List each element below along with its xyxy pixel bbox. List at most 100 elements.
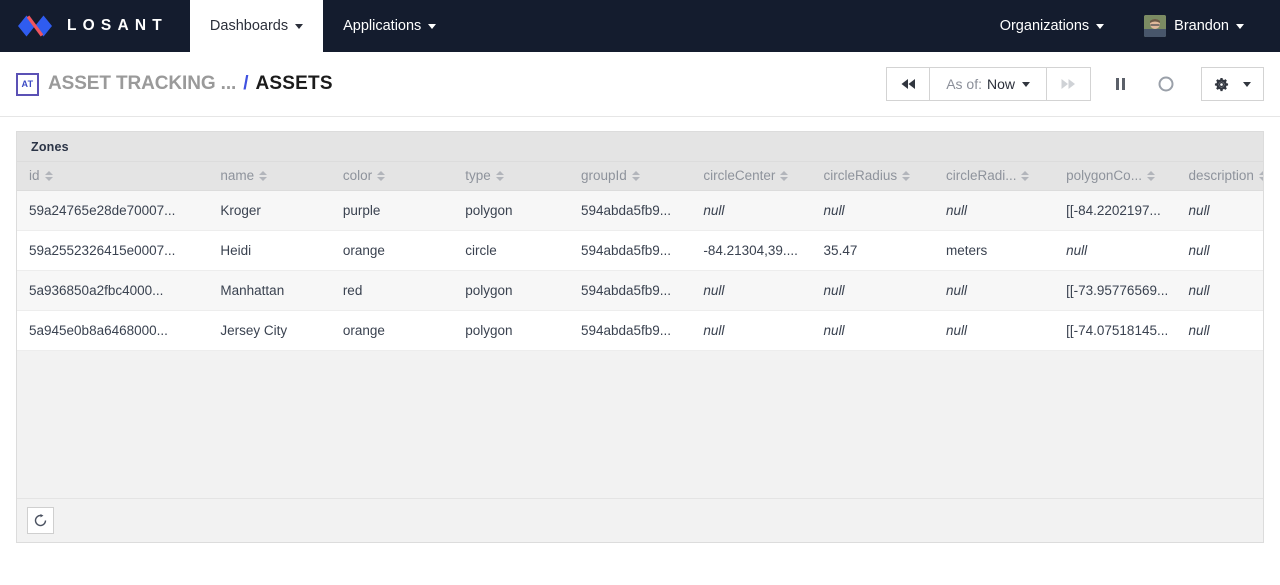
cell-groupId: 594abda5fb9... (568, 190, 692, 231)
column-header-label: groupId (580, 168, 627, 184)
table-row[interactable]: 59a2552326415e0007... Heidi orange circle 59… (17, 230, 1263, 271)
cell-circleRadiusUnits: null (933, 190, 1055, 231)
panel-footer (17, 498, 1263, 542)
column-header-circleRadiusUnits[interactable]: circleRadi... (933, 162, 1055, 191)
chevron-down-icon (1236, 23, 1244, 29)
cell-circleCenter: null (691, 270, 812, 311)
cell-type: polygon (453, 310, 569, 351)
cell-type: circle (453, 230, 569, 271)
breadcrumb-application[interactable]: ASSET TRACKING ... (48, 73, 236, 95)
cell-name: Manhattan (208, 270, 331, 311)
table-row[interactable]: 59a24765e28de70007... Kroger purple polygon… (17, 190, 1263, 231)
gear-icon (1214, 77, 1229, 91)
header-toolbar: As of: Now (886, 67, 1264, 101)
chevron-down-icon (295, 23, 304, 29)
nav-item-applications[interactable]: Applications (323, 0, 456, 52)
losant-diamond-logo-icon (18, 15, 52, 37)
cell-circleRadius: null (811, 270, 934, 311)
cell-color: red (330, 270, 454, 311)
time-controls-group: As of: Now (886, 67, 1091, 101)
column-header-label: circleRadius (823, 168, 898, 184)
cell-groupId: 594abda5fb9... (568, 310, 692, 351)
cell-color: purple (330, 190, 454, 231)
column-header-type[interactable]: type (453, 162, 569, 191)
column-header-label: id (29, 168, 40, 184)
sort-toggle-icon[interactable] (902, 170, 911, 182)
as-of-dropdown[interactable]: As of: Now (930, 67, 1047, 101)
navbar-right: Organizations Brandon (980, 0, 1280, 52)
sort-toggle-icon[interactable] (259, 170, 268, 182)
page-title: ASSETS (255, 73, 333, 94)
sort-toggle-icon[interactable] (780, 170, 789, 182)
sort-toggle-icon[interactable] (495, 170, 504, 182)
column-header-label: polygonCo... (1066, 168, 1142, 184)
app-badge-text: AT (21, 78, 34, 89)
pause-icon (1115, 78, 1125, 90)
sort-toggle-icon[interactable] (1258, 170, 1263, 182)
fast-forward-button[interactable] (1047, 67, 1091, 101)
settings-dropdown-button[interactable] (1201, 67, 1264, 101)
column-header-label: circleCenter (703, 168, 776, 184)
cell-polygonCoords: [[-74.07518145... (1054, 310, 1177, 351)
sort-toggle-icon[interactable] (44, 170, 53, 182)
refresh-status-button[interactable] (1149, 67, 1183, 101)
cell-circleCenter: null (691, 190, 812, 231)
table-scroll-area[interactable]: id name color type groupId circleCenter circle… (17, 162, 1263, 498)
nav-item-user-menu[interactable]: Brandon (1124, 0, 1264, 52)
column-header-name[interactable]: name (208, 162, 331, 191)
table-row[interactable]: 5a936850a2fbc4000... Manhattan red polygon 5… (17, 270, 1263, 311)
fast-forward-icon (1061, 79, 1075, 89)
cell-description: null (1176, 310, 1263, 351)
cell-id: 59a24765e28de70007... (17, 190, 209, 231)
column-header-circleRadius[interactable]: circleRadius (811, 162, 934, 191)
cell-circleRadius: 35.47 (811, 230, 934, 271)
cell-polygonCoords: [[-73.95776569... (1054, 270, 1177, 311)
avatar (1144, 15, 1167, 37)
cell-circleRadius: null (811, 190, 934, 231)
table-row[interactable]: 5a945e0b8a6468000... Jersey City orange pol… (17, 310, 1263, 351)
refresh-button[interactable] (27, 507, 54, 534)
sort-toggle-icon[interactable] (377, 170, 386, 182)
breadcrumb-separator: / (243, 73, 249, 94)
column-header-polygonCoords[interactable]: polygonCo... (1054, 162, 1177, 191)
chevron-down-icon (1096, 23, 1105, 29)
cell-circleRadiusUnits: null (933, 310, 1055, 351)
nav-item-organizations-label: Organizations (999, 18, 1090, 34)
column-header-id[interactable]: id (17, 162, 209, 191)
table-head: id name color type groupId circleCenter circle… (17, 162, 1263, 191)
cell-circleRadius: null (811, 310, 934, 351)
sort-toggle-icon[interactable] (1146, 170, 1155, 182)
column-header-label: circleRadi... (945, 168, 1017, 184)
rewind-icon (901, 79, 915, 89)
chevron-down-icon (428, 23, 437, 29)
brand-logo[interactable]: LOSANT (0, 0, 190, 52)
panel-title: Zones (17, 132, 1263, 162)
cell-groupId: 594abda5fb9... (568, 230, 692, 271)
panel-wrapper: Zones id name color type groupId circleCenter… (0, 117, 1280, 543)
cell-description: null (1176, 270, 1263, 311)
column-header-color[interactable]: color (330, 162, 454, 191)
pause-button[interactable] (1103, 67, 1137, 101)
rewind-button[interactable] (886, 67, 931, 101)
column-header-circleCenter[interactable]: circleCenter (691, 162, 812, 191)
sort-toggle-icon[interactable] (1021, 170, 1030, 182)
sort-toggle-icon[interactable] (631, 170, 640, 182)
column-header-label: type (465, 168, 491, 184)
column-header-groupId[interactable]: groupId (568, 162, 692, 191)
nav-item-dashboards[interactable]: Dashboards (189, 0, 324, 52)
cell-id: 5a945e0b8a6468000... (17, 310, 209, 351)
navbar-left: LOSANT Dashboards Applications (0, 0, 456, 52)
zones-table: id name color type groupId circleCenter circle… (17, 162, 1263, 351)
cell-id: 5a936850a2fbc4000... (17, 270, 209, 311)
nav-item-organizations[interactable]: Organizations (980, 0, 1124, 52)
avatar-photo-icon (1144, 15, 1167, 37)
nav-item-dashboards-label: Dashboards (209, 18, 289, 34)
cell-description: null (1176, 230, 1263, 271)
table-body: 59a24765e28de70007... Kroger purple polygon… (17, 190, 1263, 351)
column-header-description[interactable]: description (1176, 162, 1263, 191)
zones-panel: Zones id name color type groupId circleCenter… (16, 131, 1264, 543)
cell-name: Heidi (208, 230, 331, 271)
cell-type: polygon (453, 190, 569, 231)
chevron-down-icon (1243, 81, 1251, 87)
top-navbar: LOSANT Dashboards Applications Organizat… (0, 0, 1280, 52)
